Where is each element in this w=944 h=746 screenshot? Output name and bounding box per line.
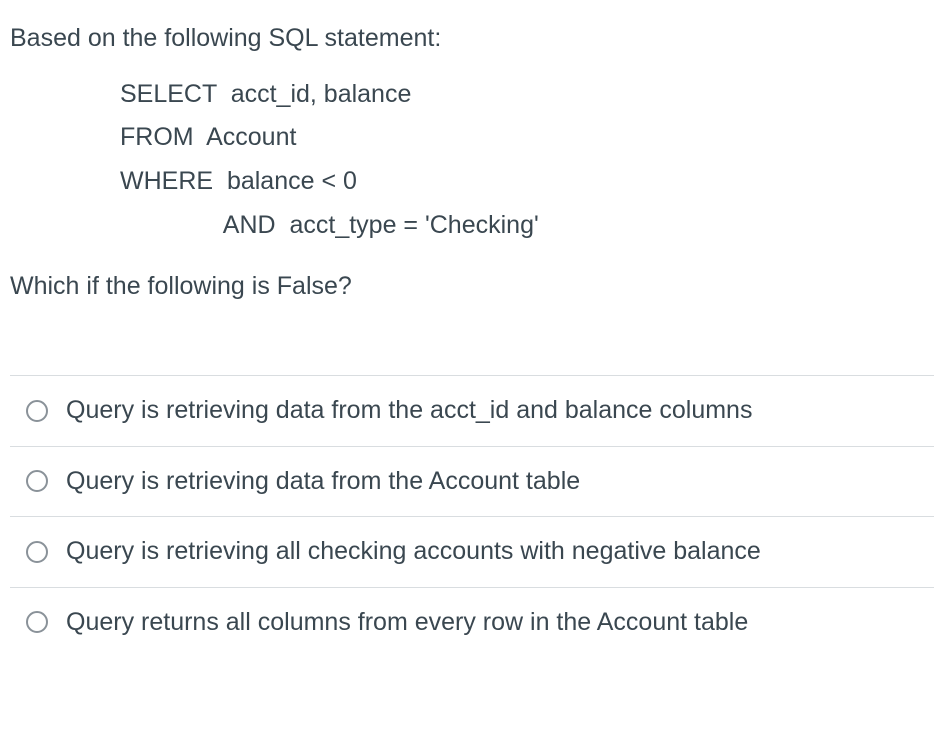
radio-icon[interactable] [26,400,48,422]
radio-icon[interactable] [26,470,48,492]
option-text: Query is retrieving data from the Accoun… [66,463,930,501]
sql-code-block: SELECT acct_id, balance FROM Account WHE… [120,73,934,248]
sql-line-where: WHERE balance < 0 [120,160,934,204]
option-row[interactable]: Query is retrieving data from the Accoun… [10,447,934,518]
option-text: Query returns all columns from every row… [66,604,930,642]
question-prompt: Which if the following is False? [10,268,934,306]
radio-icon[interactable] [26,611,48,633]
option-row[interactable]: Query returns all columns from every row… [10,588,934,658]
sql-line-select: SELECT acct_id, balance [120,73,934,117]
sql-line-from: FROM Account [120,116,934,160]
question-intro: Based on the following SQL statement: [10,20,934,58]
option-row[interactable]: Query is retrieving data from the acct_i… [10,376,934,447]
option-text: Query is retrieving all checking account… [66,533,930,571]
option-row[interactable]: Query is retrieving all checking account… [10,517,934,588]
option-text: Query is retrieving data from the acct_i… [66,392,930,430]
options-list: Query is retrieving data from the acct_i… [10,375,934,657]
sql-line-and: AND acct_type = 'Checking' [120,204,934,248]
radio-icon[interactable] [26,541,48,563]
